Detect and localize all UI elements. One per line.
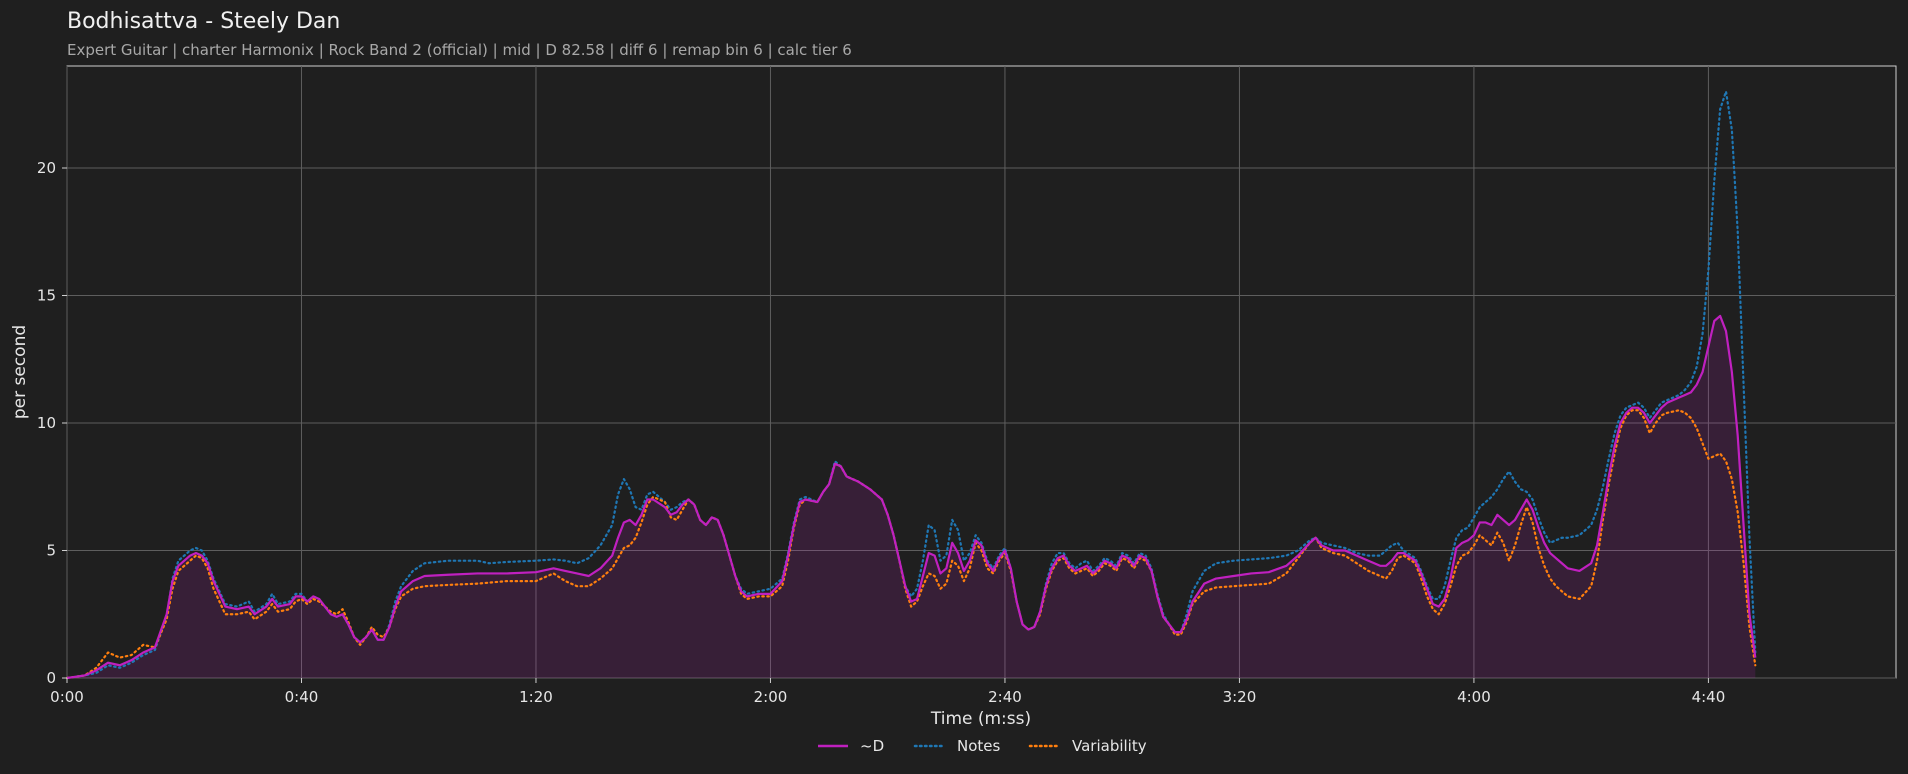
y-tick-label: 20 — [37, 159, 56, 177]
x-tick-label: 4:40 — [1692, 688, 1726, 706]
y-tick-label: 15 — [37, 287, 56, 305]
x-tick-label: 2:00 — [754, 688, 788, 706]
x-tick-label: 0:00 — [50, 688, 84, 706]
chart-title: Bodhisattva - Steely Dan — [67, 9, 340, 34]
x-tick-label: 4:00 — [1457, 688, 1491, 706]
chart-subtitle: Expert Guitar | charter Harmonix | Rock … — [67, 41, 852, 59]
x-tick-label: 0:40 — [285, 688, 319, 706]
y-tick-label: 0 — [46, 669, 56, 687]
x-axis-label: Time (m:ss) — [930, 709, 1031, 729]
x-tick-label: 2:40 — [988, 688, 1022, 706]
y-tick-label: 5 — [46, 542, 56, 560]
chart: Bodhisattva - Steely Dan Expert Guitar |… — [0, 0, 1908, 774]
legend-label: Notes — [957, 737, 1001, 755]
legend-label: ~D — [860, 737, 884, 755]
x-tick-label: 1:20 — [519, 688, 553, 706]
x-tick-label: 3:20 — [1223, 688, 1257, 706]
y-axis-label: per second — [10, 325, 30, 419]
y-tick-label: 10 — [37, 414, 56, 432]
legend: ~D Notes Variability — [818, 737, 1147, 755]
legend-label: Variability — [1072, 737, 1147, 755]
